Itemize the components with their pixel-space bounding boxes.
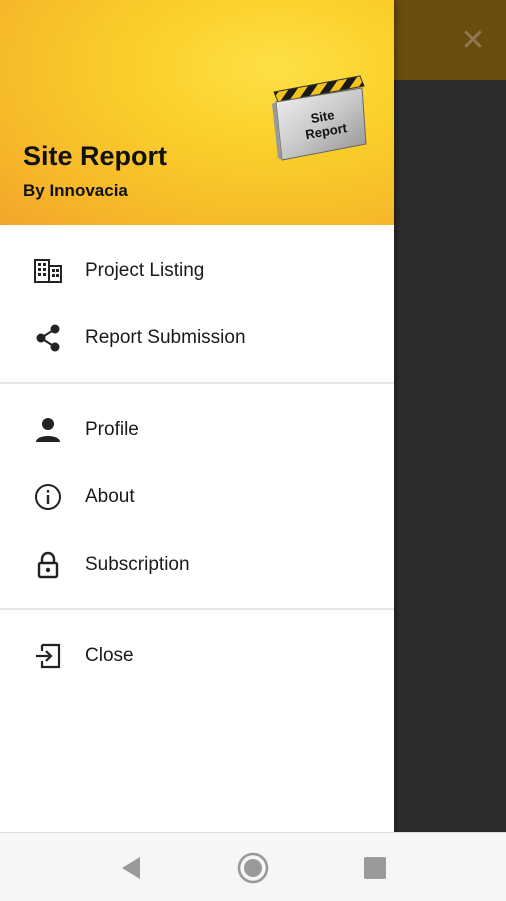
menu-item-label: Close <box>85 645 134 666</box>
menu-item-label: Subscription <box>85 554 190 575</box>
menu-item-label: Report Submission <box>85 327 246 348</box>
menu-item-project-listing[interactable]: Project Listing <box>0 243 394 299</box>
menu-item-label: Profile <box>85 419 139 440</box>
menu-item-subscription[interactable]: Subscription <box>0 537 394 593</box>
menu-item-label: About <box>85 486 135 507</box>
app-subtitle: By Innovacia <box>23 181 128 200</box>
info-icon <box>33 482 63 512</box>
menu-item-profile[interactable]: Profile <box>0 402 394 458</box>
share-icon <box>33 323 63 353</box>
close-icon[interactable]: ✕ <box>456 24 490 58</box>
menu-divider <box>0 382 394 384</box>
building-icon <box>33 256 63 286</box>
exit-icon <box>33 641 63 671</box>
system-navigation-bar <box>0 832 506 901</box>
menu-item-label: Project Listing <box>85 260 205 281</box>
app-title: Site Report <box>23 141 168 171</box>
back-icon[interactable] <box>114 851 148 885</box>
site-report-logo: Site Report <box>272 75 367 161</box>
recents-icon[interactable] <box>358 851 392 885</box>
navigation-drawer: Site Report Site Report By Innovacia Pro… <box>0 0 394 832</box>
menu-divider <box>0 608 394 610</box>
lock-icon <box>33 550 63 580</box>
drawer-header: Site Report Site Report By Innovacia <box>0 0 394 225</box>
menu-item-about[interactable]: About <box>0 469 394 525</box>
menu-item-close[interactable]: Close <box>0 628 394 684</box>
home-icon[interactable] <box>236 851 270 885</box>
person-icon <box>33 415 63 445</box>
menu-item-report-submission[interactable]: Report Submission <box>0 310 394 366</box>
